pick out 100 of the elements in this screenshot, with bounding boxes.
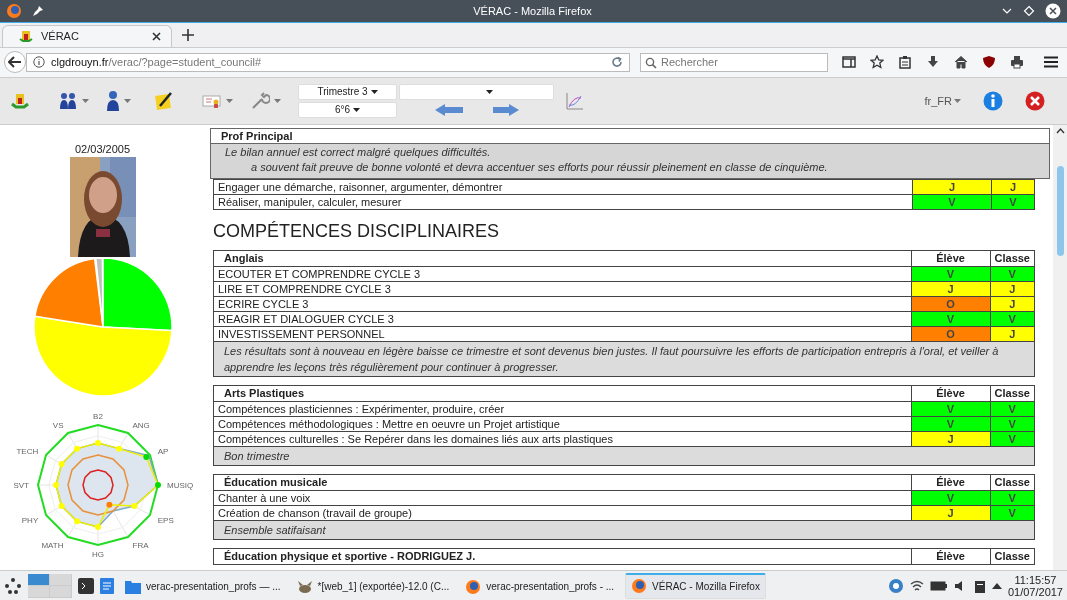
grade-cell: J [991, 179, 1035, 195]
subject-name: Anglais [213, 250, 911, 267]
column-header: Élève [911, 548, 990, 565]
caret-icon [954, 98, 961, 103]
subject-name: Éducation physique et sportive - RODRIGUEZ J. [213, 548, 911, 565]
skill-cell: Réaliser, manipuler, calculer, mesurer [213, 194, 913, 210]
shield-icon[interactable] [982, 55, 996, 70]
skill-cell: INVESTISSEMENT PERSONNEL [213, 326, 911, 342]
next-arrow-icon[interactable] [493, 103, 519, 116]
wrench-icon [250, 90, 270, 111]
period-select[interactable]: Trimestre 3 [298, 83, 397, 100]
caret-icon [226, 98, 233, 103]
scroll-up-icon[interactable] [1055, 127, 1065, 134]
axis-label: VS [52, 420, 64, 430]
browser-icon [465, 578, 482, 595]
axis-label: AP [157, 446, 169, 456]
caret-icon [353, 107, 361, 112]
firefox-logo-icon [6, 2, 22, 19]
certificate-icon [202, 92, 222, 109]
skill-cell: Chanter à une voix [213, 490, 911, 506]
comment-text: Le bilan annuel est correct malgré quelques difficultés. [225, 144, 492, 160]
caret-icon [82, 98, 89, 103]
skill-cell: Engager une démarche, raisonner, argumenter, démontrer [213, 179, 913, 195]
subject-name: Arts Plastiques [213, 385, 911, 402]
terminal-icon[interactable] [78, 577, 94, 594]
taskbar-item[interactable]: *[web_1] (exportée)-12.0 (C... [291, 572, 455, 599]
info-icon [33, 56, 45, 69]
scrollbar-thumb[interactable] [1056, 165, 1064, 256]
comment-text: Les résultats sont à nouveau en légère baisse ce trimestre et sont devenus bien justes. Il faut poursuivre les efforts de participation entrepris à l'oral, et veiller à apprendre les leçons très régulièrement pour continuer à progresser. [213, 341, 1035, 377]
axis-label: B2 [93, 411, 103, 421]
document-icon[interactable] [100, 577, 114, 594]
print-icon[interactable] [1010, 55, 1024, 70]
desktop-pager[interactable] [28, 573, 72, 598]
taskbar-item[interactable]: verac-presentation_profs - ... [460, 572, 620, 599]
people-icon [58, 90, 78, 111]
previous-arrow-icon[interactable] [435, 103, 463, 116]
skill-cell: Compétences plasticiennes : Expérimenter, produire, créer [213, 401, 911, 417]
birth-date: 02/03/2005 [74, 142, 131, 155]
class-select[interactable]: 6°6 [298, 101, 397, 118]
browser-tab[interactable]: VÉRAC [2, 24, 172, 47]
axis-label: FRA [132, 540, 149, 550]
back-button[interactable] [4, 51, 26, 74]
url-text: clgdrouyn.fr/verac/?page=student_council# [51, 56, 262, 69]
language-select[interactable]: fr_FR [924, 94, 961, 107]
skill-cell: LIRE ET COMPRENDRE CYCLE 3 [213, 281, 911, 297]
sidebar-icon[interactable] [842, 55, 856, 70]
axis-label: TECH [16, 446, 39, 456]
axis-label: MATH [41, 540, 64, 550]
line-chart-icon[interactable] [566, 91, 584, 110]
panel-title: Prof Principal [211, 128, 1049, 144]
info-icon[interactable] [983, 90, 1003, 111]
home-icon[interactable] [954, 55, 968, 70]
taskbar-item[interactable]: VÉRAC - Mozilla Firefox [625, 572, 766, 599]
url-field[interactable]: clgdrouyn.fr/verac/?page=student_council# [26, 52, 630, 72]
column-header: Classe [990, 548, 1035, 565]
close-icon[interactable] [1045, 2, 1061, 19]
star-icon[interactable] [870, 55, 884, 70]
wifi-icon[interactable] [909, 579, 924, 592]
scrollbar[interactable] [1053, 124, 1067, 571]
close-icon[interactable] [1025, 90, 1045, 111]
axis-label: EPS [157, 515, 174, 525]
caret-icon [274, 98, 281, 103]
axis-label: HG [92, 549, 104, 559]
battery-icon[interactable] [929, 580, 948, 591]
axis-label: MUSIQ [167, 480, 194, 490]
house-icon [10, 91, 30, 110]
taskbar-item[interactable]: verac-presentation_profs — ... [120, 572, 286, 599]
folder-icon [125, 579, 141, 594]
section-heading: COMPÉTENCES DISCIPLINAIRES [213, 220, 501, 242]
search-field[interactable]: Rechercher [640, 52, 828, 72]
column-header: Classe [990, 250, 1035, 267]
animal-icon [296, 579, 313, 594]
skill-cell: Compétences méthodologiques : Mettre en oeuvre un Projet artistique [213, 416, 911, 432]
caret-icon [124, 98, 131, 103]
back-arrow-icon [8, 56, 22, 69]
notepad-pencil-icon [154, 90, 174, 111]
skill-cell: ECRIRE CYCLE 3 [213, 296, 911, 312]
clipboard-icon[interactable] [973, 578, 986, 593]
caret-icon [486, 89, 493, 94]
menu-icon[interactable] [1044, 56, 1058, 69]
column-header: Élève [911, 250, 990, 267]
column-header: Élève [911, 385, 990, 402]
clock-date: 01/07/2017 [1007, 585, 1063, 598]
maximize-icon[interactable] [1023, 4, 1035, 17]
reload-icon[interactable] [611, 56, 623, 69]
column-header: Élève [911, 474, 990, 491]
launcher-icon[interactable] [4, 576, 22, 595]
clock-time: 11:15:57 [1014, 573, 1057, 586]
app-logo-icon [19, 29, 33, 44]
tab-title: VÉRAC [41, 30, 79, 43]
expand-icon[interactable] [991, 582, 1002, 589]
person-icon [106, 89, 120, 112]
activity-icon[interactable] [887, 577, 904, 594]
clipboard-icon[interactable] [898, 55, 912, 70]
skill-cell: REAGIR ET DIALOGUER CYCLE 3 [213, 311, 911, 327]
close-tab-icon[interactable] [152, 31, 161, 41]
grade-cell: J [912, 179, 992, 195]
skill-cell: Création de chanson (travail de groupe) [213, 505, 911, 521]
new-tab-icon[interactable] [182, 28, 194, 41]
pin-icon[interactable] [32, 4, 44, 17]
